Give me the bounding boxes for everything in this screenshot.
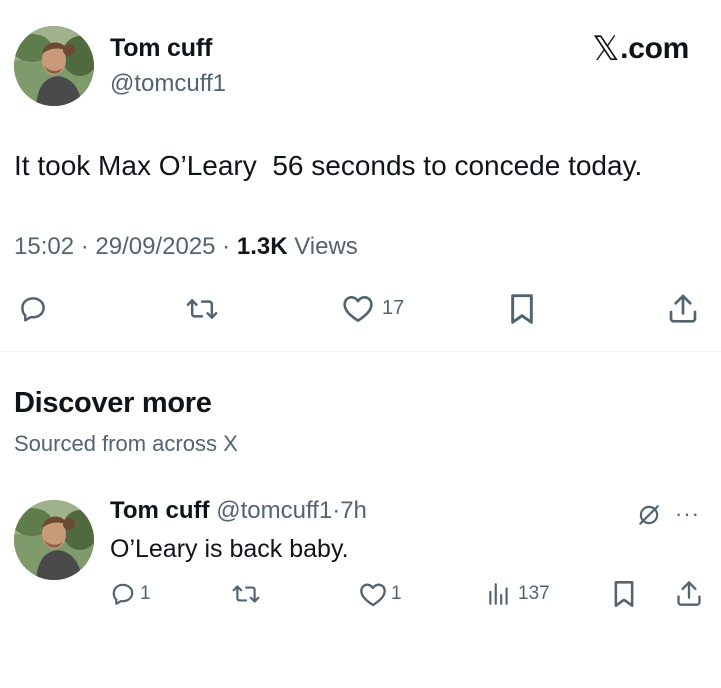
avatar-image	[14, 26, 94, 106]
like-count: 1	[391, 583, 402, 604]
retweet-icon	[186, 299, 218, 319]
more-icon[interactable]: ···	[675, 501, 700, 527]
views-count: 1.3K	[236, 233, 288, 260]
section-divider	[0, 351, 721, 352]
retweet-icon	[232, 585, 260, 603]
reply-button[interactable]	[18, 294, 48, 324]
x-com-watermark: 𝕏 .com	[592, 32, 689, 66]
tweet-text: It took Max O’Leary 56 seconds to conced…	[14, 150, 643, 181]
bookmark-button[interactable]	[508, 293, 536, 325]
like-count: 17	[382, 296, 405, 319]
retweet-button[interactable]	[186, 294, 218, 324]
tweet-date[interactable]: 29/09/2025	[95, 233, 215, 260]
bookmark-button[interactable]	[612, 580, 636, 608]
share-button[interactable]	[668, 292, 698, 324]
author-handle[interactable]: @tomcuff1	[110, 70, 226, 98]
tweet-text: O’Leary is back baby.	[110, 535, 349, 563]
share-icon	[669, 294, 697, 323]
separator-dot: ·	[332, 497, 341, 524]
avatar[interactable]	[14, 500, 94, 580]
author-name[interactable]: Tom cuff	[110, 34, 212, 63]
avatar-image	[14, 500, 94, 580]
reply-button[interactable]: 1	[110, 581, 151, 607]
views-count: 137	[518, 583, 550, 604]
retweet-button[interactable]	[232, 581, 260, 607]
discover-title: Discover more	[14, 387, 212, 419]
reply-tweet-header: Tom cuff @tomcuff1 · 7h	[110, 497, 367, 525]
reply-icon	[112, 583, 134, 605]
tweet-time[interactable]: 15:02	[14, 233, 74, 260]
author-handle[interactable]: @tomcuff1	[216, 497, 332, 525]
discover-subtitle: Sourced from across X	[14, 431, 238, 456]
x-com-domain: .com	[620, 32, 689, 65]
like-icon	[360, 583, 386, 607]
tweet-meta: 15:02 · 29/09/2025 · 1.3K Views	[14, 233, 358, 260]
views-icon	[489, 583, 508, 605]
x-logo-icon: 𝕏	[592, 30, 620, 68]
like-button[interactable]: 17	[342, 293, 404, 323]
grok-icon	[639, 505, 659, 525]
views-button[interactable]: 137	[486, 581, 550, 607]
tweet-time[interactable]: 7h	[340, 497, 367, 525]
bookmark-icon	[511, 294, 533, 324]
avatar[interactable]	[14, 26, 94, 106]
bookmark-icon	[614, 581, 634, 607]
views-label: Views	[294, 233, 358, 260]
reply-count: 1	[140, 583, 151, 604]
grok-button[interactable]	[636, 502, 662, 533]
like-icon	[343, 296, 373, 322]
like-button[interactable]: 1	[359, 581, 402, 607]
reply-icon	[21, 297, 45, 322]
share-icon	[677, 581, 701, 606]
author-name[interactable]: Tom cuff	[110, 497, 210, 525]
share-button[interactable]	[676, 579, 702, 607]
